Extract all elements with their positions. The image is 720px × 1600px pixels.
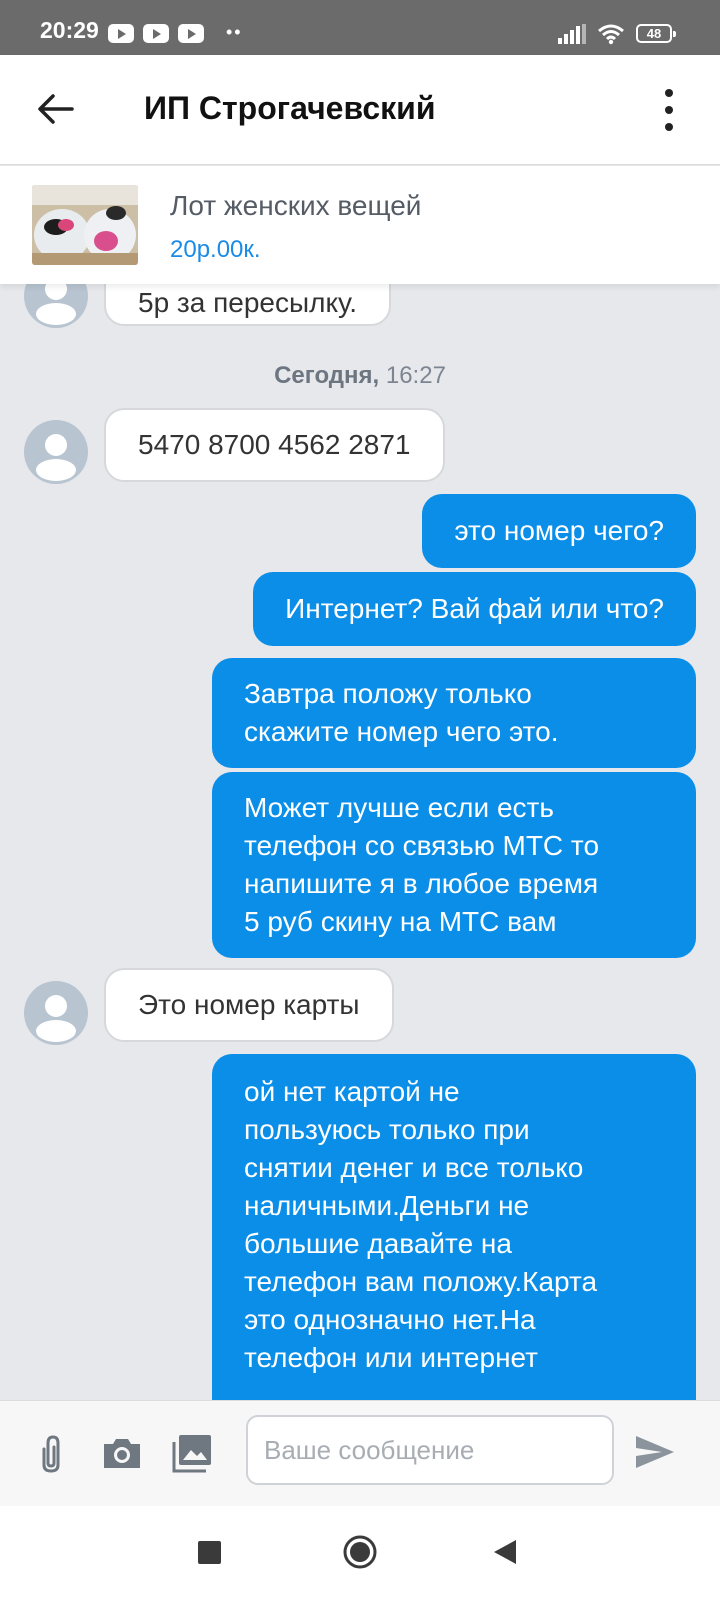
user-avatar-icon [36,434,76,481]
product-thumbnail [32,185,138,265]
message-text-line: телефон со связью МТС то [244,830,600,861]
message-text-line: большие давайте на [244,1228,512,1259]
message-bubble-outgoing[interactable]: ой нет картой не пользуюсь только при сн… [212,1054,696,1400]
message-bubble-outgoing[interactable]: Может лучше если есть телефон со связью … [212,772,696,958]
wifi-icon [598,24,624,45]
signal-icon [558,24,586,44]
more-vertical-icon[interactable] [660,87,678,133]
message-text-line: 5 руб скину на МТС вам [244,906,557,937]
status-time: 20:29 [40,17,99,43]
message-text: Это номер карты [138,989,360,1020]
message-text-line: скажите номер чего это. [244,716,559,747]
chat-messages[interactable]: 5р за пересылку. Сегодня, 16:27 5470 870… [0,284,720,1400]
message-text-line: Завтра положу только [244,678,532,709]
date-separator: Сегодня, 16:27 [0,362,720,390]
product-card[interactable]: Лот женских вещей 20р.00к. [0,166,720,284]
youtube-icon [178,24,204,43]
back-button[interactable] [492,1538,518,1566]
message-text-line: телефон вам положу.Карта [244,1266,598,1297]
system-navigation-bar [0,1506,720,1600]
product-price: 20р.00к. [170,236,261,263]
date-label: Сегодня, [274,362,380,389]
chat-header: ИП Строгачевский [0,55,720,165]
message-text-line: ой нет картой не [244,1076,460,1107]
user-avatar-icon [36,284,76,325]
message-text-line: Может лучше если есть [244,792,554,823]
back-arrow-icon[interactable] [36,92,74,126]
avatar[interactable] [24,284,88,328]
youtube-icon [143,24,169,43]
battery-icon: 48 [636,24,676,43]
youtube-icon [108,24,134,43]
send-icon[interactable] [634,1431,676,1473]
avatar[interactable] [24,420,88,484]
message-text: 5р за пересылку. [138,287,357,318]
message-composer [0,1400,720,1506]
message-text: 5470 8700 4562 2871 [138,429,411,460]
product-photo [32,185,138,265]
message-bubble-incoming[interactable]: 5470 8700 4562 2871 [104,408,445,482]
home-button[interactable] [342,1534,378,1570]
message-bubble-outgoing[interactable]: это номер чего? [422,494,696,568]
message-text: это номер чего? [454,515,664,546]
product-name: Лот женских вещей [170,190,422,221]
message-input[interactable] [246,1415,614,1485]
avatar[interactable] [24,981,88,1045]
message-text-line: наличными.Деньги не [244,1190,530,1221]
message-text-line: напишите я в любое время [244,868,599,899]
gallery-icon[interactable] [170,1431,214,1475]
message-bubble-incoming[interactable]: Это номер карты [104,968,394,1042]
message-bubble-outgoing[interactable]: Завтра положу только скажите номер чего … [212,658,696,768]
message-text-line: снятии денег и все только [244,1152,584,1183]
status-bar: 20:29 •• 48 [0,0,720,55]
chat-title: ИП Строгачевский [144,90,436,126]
message-bubble-outgoing[interactable]: Интернет? Вай фай или что? [253,572,696,646]
message-text-line: это однозначно нет.На [244,1304,536,1335]
message-bubble-incoming[interactable]: 5р за пересылку. [104,284,391,326]
message-text: Интернет? Вай фай или что? [285,593,664,624]
more-notifications-icon: •• [226,22,243,42]
date-time: 16:27 [385,362,446,389]
recents-button[interactable] [198,1541,221,1564]
user-avatar-icon [36,995,76,1042]
message-text-line: пользуюсь только при [244,1114,530,1145]
paperclip-icon[interactable] [30,1431,74,1475]
camera-icon[interactable] [100,1431,144,1475]
message-text-line: телефон или интернет [244,1342,538,1373]
